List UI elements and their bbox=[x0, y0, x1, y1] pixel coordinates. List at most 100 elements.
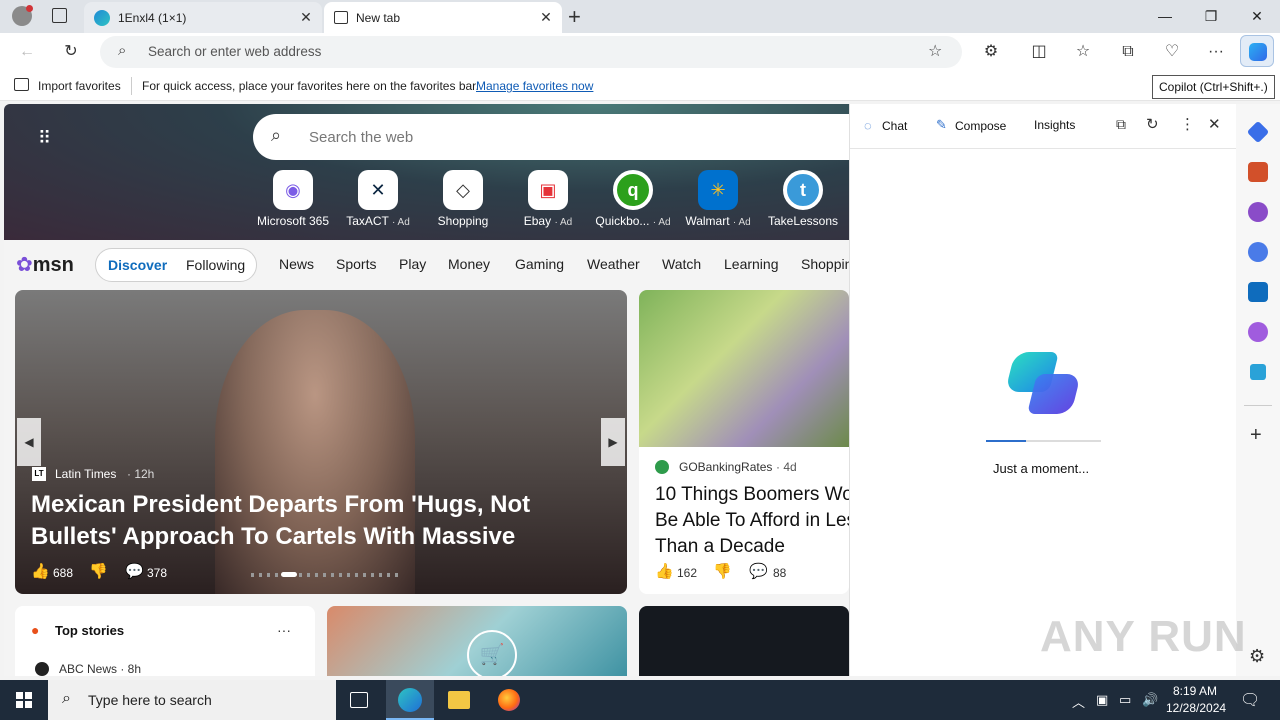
gobankingrates-logo-icon bbox=[655, 460, 669, 474]
games-icon[interactable] bbox=[1248, 202, 1268, 222]
loading-progress-fill bbox=[986, 440, 1027, 442]
taskbar-search-box[interactable]: ⌕ Type here to search bbox=[48, 680, 336, 720]
manage-favorites-link[interactable]: Manage favorites now bbox=[476, 79, 593, 93]
comment-count: 88 bbox=[773, 566, 787, 580]
settings-gear-icon[interactable]: ⚙ bbox=[1249, 646, 1265, 667]
dislike-icon[interactable]: 👎 bbox=[713, 562, 732, 580]
windows-start-icon[interactable] bbox=[16, 692, 32, 708]
nav-play[interactable]: Play bbox=[399, 256, 426, 272]
nav-watch[interactable]: Watch bbox=[662, 256, 701, 272]
designer-icon[interactable] bbox=[1248, 322, 1268, 342]
nav-shopping[interactable]: Shoppin bbox=[801, 256, 849, 272]
carousel-next-button[interactable]: ▶ bbox=[601, 418, 625, 466]
new-tab-button[interactable]: + bbox=[568, 4, 581, 30]
chat-icon: ◌ bbox=[864, 118, 872, 133]
import-favorites-button[interactable]: Import favorites bbox=[38, 79, 121, 93]
side-story-card[interactable]: GOBankingRates · 4d 10 Things Boomers Wo… bbox=[639, 290, 849, 594]
dark-story-card[interactable] bbox=[639, 606, 849, 676]
copilot-logo-icon bbox=[1005, 352, 1081, 418]
web-search-box[interactable]: ⌕ Search the web bbox=[253, 114, 849, 160]
browser-essentials-icon[interactable]: ♡ bbox=[1159, 40, 1185, 64]
collections-icon[interactable]: ⧉ bbox=[1115, 40, 1141, 64]
nav-weather[interactable]: Weather bbox=[587, 256, 640, 272]
close-panel-icon[interactable]: ✕ bbox=[1208, 115, 1221, 133]
tools-icon[interactable] bbox=[1248, 162, 1268, 182]
show-hidden-icons-icon[interactable]: ︿ bbox=[1072, 692, 1085, 711]
more-options-icon[interactable]: ⋮ bbox=[1180, 115, 1195, 133]
quick-link-taxact[interactable]: ✕ TaxACT · Ad bbox=[337, 170, 419, 228]
extensions-icon[interactable]: ⚙ bbox=[978, 40, 1004, 64]
more-menu-icon[interactable]: ··· bbox=[1203, 40, 1229, 64]
notifications-icon[interactable]: 🗨 bbox=[1240, 690, 1260, 710]
tab-insights[interactable]: Insights bbox=[1034, 118, 1075, 132]
add-icon[interactable]: + bbox=[1250, 424, 1262, 447]
copilot-button[interactable] bbox=[1240, 35, 1274, 67]
taxact-icon: ✕ bbox=[358, 170, 398, 210]
quick-link-walmart[interactable]: ✳ Walmart · Ad bbox=[677, 170, 759, 228]
refresh-button[interactable]: ↻ bbox=[58, 40, 84, 64]
close-icon[interactable]: ✕ bbox=[538, 9, 554, 26]
tab-new-tab[interactable]: New tab ✕ bbox=[324, 2, 562, 33]
tab-compose[interactable]: Compose bbox=[955, 119, 1006, 133]
refresh-icon[interactable]: ↻ bbox=[1146, 115, 1159, 133]
nav-sports[interactable]: Sports bbox=[336, 256, 376, 272]
more-options-icon[interactable]: ··· bbox=[277, 622, 291, 638]
tab-chat[interactable]: Chat bbox=[882, 119, 907, 133]
comment-icon[interactable]: 💬 bbox=[125, 562, 144, 580]
like-icon[interactable]: 👍 bbox=[31, 562, 50, 580]
tab-discover[interactable]: Discover bbox=[108, 257, 167, 273]
device-icon[interactable]: ▣ bbox=[1096, 692, 1108, 708]
loading-status: Just a moment... bbox=[993, 461, 1090, 476]
nav-learning[interactable]: Learning bbox=[724, 256, 779, 272]
tag-icon[interactable] bbox=[1246, 120, 1270, 144]
clock-time[interactable]: 8:19 AM bbox=[1173, 684, 1217, 698]
drop-icon[interactable] bbox=[1250, 364, 1266, 380]
tab-1enxl4[interactable]: 1Enxl4 (1×1) ✕ bbox=[84, 2, 322, 33]
minimize-button[interactable]: — bbox=[1142, 0, 1188, 33]
quick-link-quickbooks[interactable]: q Quickbo... · Ad bbox=[592, 170, 674, 228]
network-icon[interactable]: ▭ bbox=[1119, 692, 1131, 708]
shopping-tag-icon: ◇ bbox=[443, 170, 483, 210]
favorite-star-icon[interactable]: ☆ bbox=[928, 41, 942, 61]
dislike-icon[interactable]: 👎 bbox=[89, 562, 108, 580]
outlook-icon[interactable] bbox=[1248, 282, 1268, 302]
comment-icon[interactable]: 💬 bbox=[749, 562, 768, 580]
open-in-new-icon[interactable]: ⧉ bbox=[1116, 116, 1126, 133]
nav-gaming[interactable]: Gaming bbox=[515, 256, 564, 272]
shopping-story-card[interactable]: 🛒 bbox=[327, 606, 627, 676]
restore-button[interactable]: ❐ bbox=[1188, 0, 1234, 33]
msn-logo[interactable]: ✿msn bbox=[16, 252, 74, 277]
apps-launcher-icon[interactable]: ⠿ bbox=[38, 128, 58, 148]
tab-actions-icon[interactable] bbox=[52, 8, 67, 23]
side-story-headline[interactable]: 10 Things Boomers Won't Be Able To Affor… bbox=[655, 482, 849, 560]
close-window-button[interactable]: ✕ bbox=[1234, 0, 1280, 33]
file-explorer-icon[interactable] bbox=[448, 691, 470, 709]
quick-link-ebay[interactable]: ▣ Ebay · Ad bbox=[507, 170, 589, 228]
quick-link-takelessons[interactable]: t TakeLessons bbox=[762, 170, 844, 228]
carousel-prev-button[interactable]: ◀ bbox=[17, 418, 41, 466]
firefox-icon[interactable] bbox=[498, 689, 520, 711]
carousel-indicator[interactable] bbox=[251, 573, 401, 577]
close-icon[interactable]: ✕ bbox=[298, 9, 314, 26]
volume-icon[interactable]: 🔊 bbox=[1142, 692, 1158, 708]
story-headline[interactable]: Mexican President Departs From 'Hugs, No… bbox=[31, 489, 611, 553]
back-button[interactable]: ← bbox=[14, 40, 40, 64]
task-view-icon[interactable] bbox=[350, 692, 368, 708]
main-story-card[interactable]: ◀ ▶ LT Latin Times · 12h Mexican Preside… bbox=[15, 290, 627, 594]
clock-date[interactable]: 12/28/2024 bbox=[1166, 701, 1226, 715]
tab-following[interactable]: Following bbox=[186, 257, 245, 273]
edge-favicon-icon bbox=[94, 9, 110, 26]
quick-link-microsoft365[interactable]: ◉ Microsoft 365 bbox=[252, 170, 334, 228]
anyrun-watermark: ANY RUN bbox=[1040, 612, 1247, 661]
address-bar[interactable]: ⌕ Search or enter web address ☆ bbox=[100, 36, 962, 68]
nav-money[interactable]: Money bbox=[448, 256, 490, 272]
profile-icon[interactable] bbox=[12, 5, 33, 26]
like-icon[interactable]: 👍 bbox=[655, 562, 674, 580]
search-icon: ⌕ bbox=[271, 125, 282, 145]
edge-taskbar-icon[interactable] bbox=[386, 680, 434, 720]
microsoft365-icon[interactable] bbox=[1248, 242, 1268, 262]
quick-link-shopping[interactable]: ◇ Shopping bbox=[422, 170, 504, 228]
favorites-icon[interactable]: ☆ bbox=[1070, 40, 1096, 64]
nav-news[interactable]: News bbox=[279, 256, 314, 272]
split-screen-icon[interactable]: ◫ bbox=[1026, 40, 1052, 64]
